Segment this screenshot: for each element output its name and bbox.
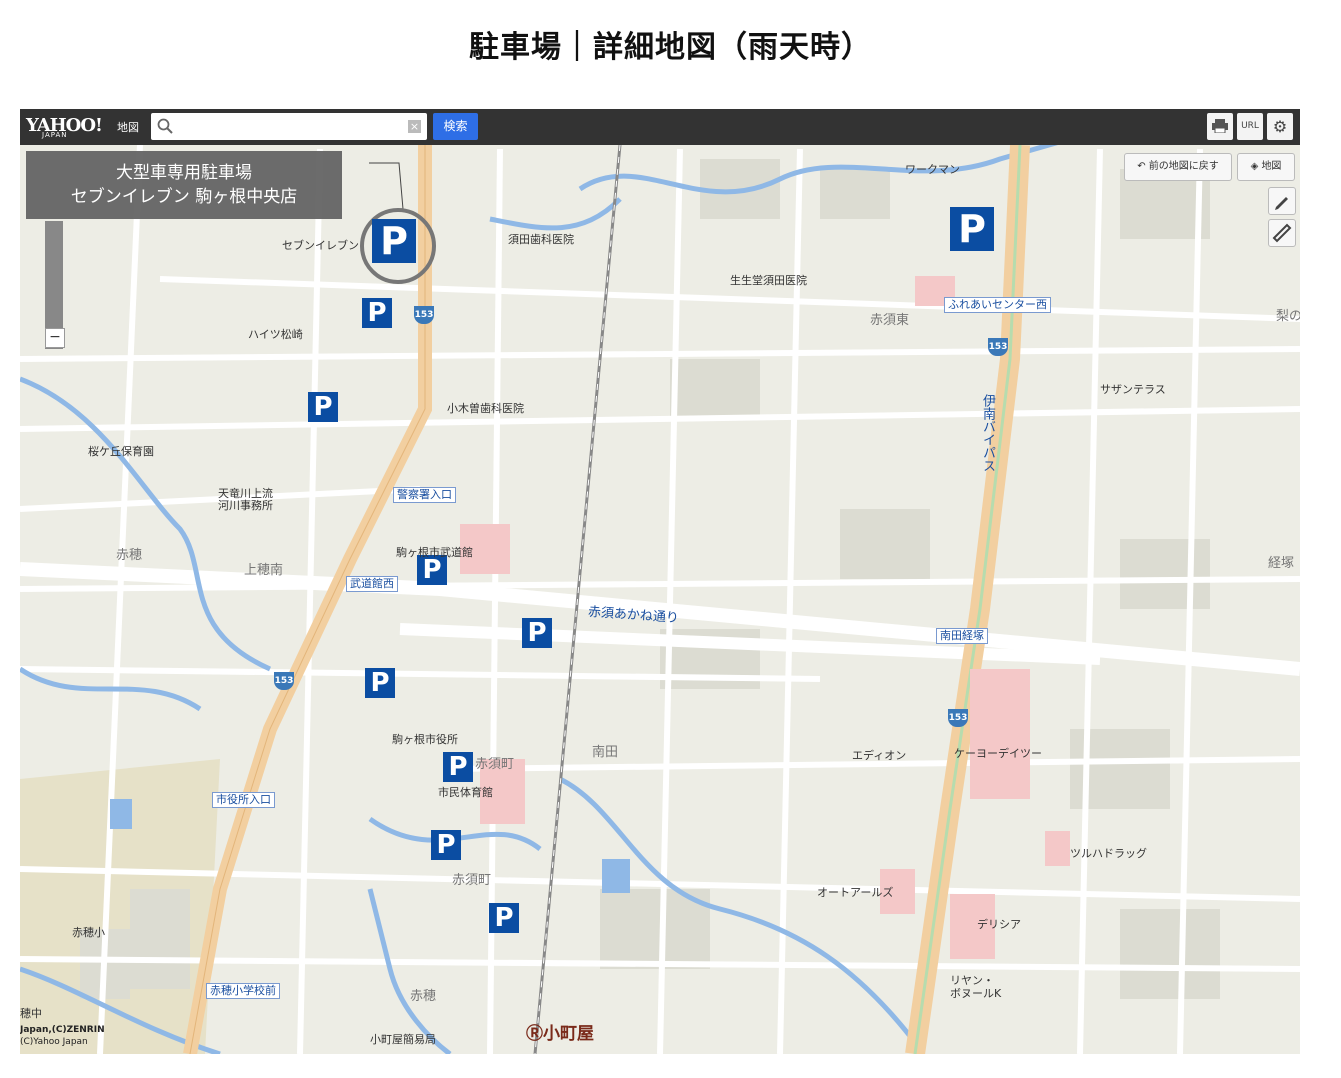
area-label: 南田 bbox=[592, 745, 619, 760]
area-label: 赤須東 bbox=[870, 313, 910, 328]
toolbar: YAHOO! JAPAN 地図 × 検索 URL ⚙ bbox=[20, 109, 1300, 145]
intersection-label: 赤穂小学校前 bbox=[206, 983, 280, 999]
map-label: 穂中 bbox=[20, 1007, 42, 1020]
parking-info-box: 大型車専用駐車場 セブンイレブン 駒ヶ根中央店 bbox=[26, 151, 342, 219]
map-label: エディオン bbox=[852, 749, 907, 762]
ruler-icon bbox=[1272, 223, 1292, 243]
back-to-previous-map-button[interactable]: ↶ 前の地図に戻す bbox=[1124, 153, 1232, 181]
yahoo-logo-sub: JAPAN bbox=[42, 131, 68, 139]
measure-tool-button[interactable] bbox=[1268, 219, 1296, 247]
map-label: 須田歯科医院 bbox=[508, 233, 574, 246]
url-button[interactable]: URL bbox=[1237, 113, 1263, 140]
settings-button[interactable]: ⚙ bbox=[1267, 113, 1293, 140]
callout-line bbox=[369, 162, 404, 210]
parking-marker[interactable]: P bbox=[443, 752, 473, 782]
map-label: ワークマン bbox=[905, 163, 960, 176]
map-canvas[interactable] bbox=[20, 109, 1300, 1054]
train-station-icon: Ⓡ bbox=[526, 1024, 543, 1044]
map-label: 小町屋簡易局 bbox=[370, 1033, 436, 1046]
parking-marker-main[interactable]: P bbox=[372, 219, 416, 263]
parking-marker[interactable]: P bbox=[950, 207, 994, 251]
gear-icon: ⚙ bbox=[1272, 117, 1288, 136]
layer-button-label: 地図 bbox=[1261, 161, 1282, 172]
info-subtitle: セブンイレブン 駒ヶ根中央店 bbox=[70, 187, 298, 207]
map-label: オートアールズ bbox=[817, 886, 894, 899]
route-marker: 153 bbox=[988, 338, 1008, 356]
road-name-label: 伊南バイパス bbox=[980, 394, 995, 472]
intersection-label: 武道館西 bbox=[346, 576, 398, 592]
pencil-icon bbox=[1275, 197, 1288, 210]
parking-marker[interactable]: P bbox=[489, 903, 519, 933]
station-label: Ⓡ小町屋 bbox=[526, 1019, 594, 1044]
area-label: 赤須町 bbox=[475, 757, 515, 772]
map-label: 赤穂小 bbox=[72, 926, 105, 939]
map-label: ケーヨーデイツー bbox=[954, 747, 1042, 760]
route-marker: 153 bbox=[414, 306, 434, 324]
intersection-label: ふれあいセンター西 bbox=[944, 297, 1051, 313]
map-label: デリシア bbox=[977, 918, 1021, 931]
map-label: 駒ヶ根市役所 bbox=[392, 733, 458, 746]
map-label: 小木曽歯科医院 bbox=[447, 402, 524, 415]
map-frame[interactable]: YAHOO! JAPAN 地図 × 検索 URL ⚙ ↶ 前の地図に戻す ◈ 地… bbox=[20, 109, 1300, 1054]
area-label: 赤穂 bbox=[410, 989, 437, 1004]
map-label: 生生堂須田医院 bbox=[730, 274, 807, 287]
map-label: 駒ヶ根市武道館 bbox=[396, 546, 473, 559]
layers-icon: ◈ bbox=[1250, 161, 1262, 172]
search-icon bbox=[157, 118, 173, 134]
parking-marker[interactable]: P bbox=[308, 392, 338, 422]
map-label: ツルハドラッグ bbox=[1070, 847, 1147, 860]
search-input[interactable]: × bbox=[151, 113, 427, 140]
copyright-line2: (C)Yahoo Japan bbox=[20, 1037, 88, 1047]
search-button[interactable]: 検索 bbox=[433, 113, 478, 140]
map-label: セブンイレブン bbox=[282, 239, 359, 252]
layer-button[interactable]: ◈ 地図 bbox=[1237, 153, 1295, 181]
map-label: 桜ケ丘保育園 bbox=[88, 445, 154, 458]
route-marker: 153 bbox=[948, 709, 968, 727]
page-title: 駐車場｜詳細地図（雨天時） bbox=[469, 30, 872, 65]
parking-marker[interactable]: P bbox=[365, 668, 395, 698]
parking-marker[interactable]: P bbox=[522, 618, 552, 648]
area-label: 赤須町 bbox=[452, 873, 492, 888]
draw-tool-button[interactable] bbox=[1268, 187, 1296, 215]
zoom-out-button[interactable]: − bbox=[45, 328, 65, 348]
map-label: サザンテラス bbox=[1100, 383, 1166, 396]
parking-marker[interactable]: P bbox=[431, 830, 461, 860]
copyright: Japan,(C)ZENRIN (C)Yahoo Japan bbox=[20, 1024, 105, 1048]
station-name: 小町屋 bbox=[543, 1024, 594, 1044]
area-label: 経塚 bbox=[1268, 556, 1295, 571]
map-service-label: 地図 bbox=[117, 121, 139, 134]
parking-marker[interactable]: P bbox=[362, 298, 392, 328]
map-label: ボヌールK bbox=[950, 987, 1002, 1000]
back-button-label: 前の地図に戻す bbox=[1148, 161, 1219, 172]
print-button[interactable] bbox=[1207, 113, 1233, 140]
intersection-label: 南田経塚 bbox=[936, 628, 988, 644]
map-label: ハイツ松崎 bbox=[248, 328, 303, 341]
map-label: 河川事務所 bbox=[218, 499, 273, 512]
area-label: 赤穂 bbox=[116, 548, 143, 563]
intersection-label: 市役所入口 bbox=[212, 792, 275, 808]
map-label: 市民体育館 bbox=[438, 786, 493, 799]
area-label: 上穂南 bbox=[244, 563, 284, 578]
intersection-label: 警察署入口 bbox=[393, 487, 456, 503]
copyright-line1: Japan,(C)ZENRIN bbox=[20, 1025, 105, 1035]
info-title: 大型車専用駐車場 bbox=[116, 163, 252, 183]
route-marker: 153 bbox=[274, 672, 294, 690]
print-icon bbox=[1212, 119, 1228, 134]
clear-icon[interactable]: × bbox=[408, 120, 421, 133]
undo-icon: ↶ bbox=[1137, 161, 1149, 172]
area-label: 梨の bbox=[1276, 309, 1300, 324]
